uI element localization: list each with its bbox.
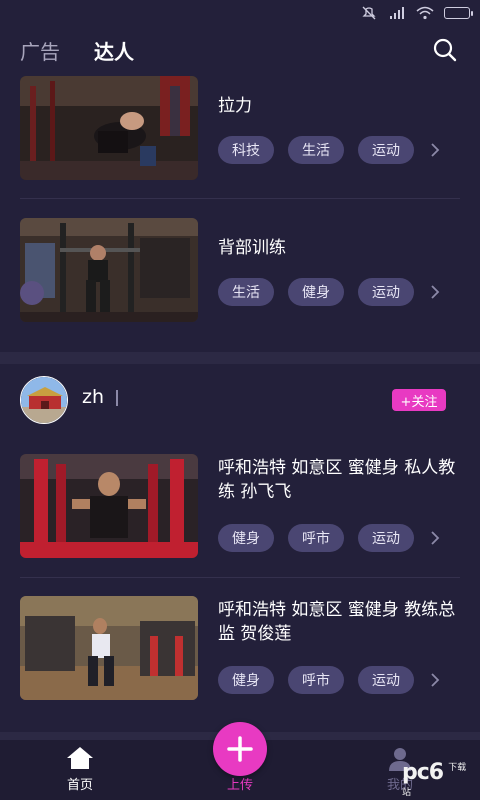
tag-chip[interactable]: 运动 [358, 136, 414, 164]
tag-chip[interactable]: 运动 [358, 278, 414, 306]
tag-chip[interactable]: 健身 [218, 524, 274, 552]
item-title: 背部训练 [218, 238, 286, 258]
tag-list: 健身 呼市 运动 [218, 666, 414, 694]
search-icon[interactable] [432, 37, 458, 63]
video-thumbnail[interactable] [20, 76, 198, 180]
chevron-right-icon[interactable] [430, 142, 440, 158]
list-item[interactable]: 背部训练 生活 健身 运动 [0, 216, 480, 338]
status-bar [0, 0, 480, 26]
mute-icon [362, 6, 376, 20]
list-item[interactable]: 呼和浩特 如意区 蜜健身 私人教练 孙飞飞 健身 呼市 运动 [0, 452, 480, 574]
list-item[interactable]: 拉力 科技 生活 运动 [0, 74, 480, 196]
tag-chip[interactable]: 呼市 [288, 666, 344, 694]
wifi-icon [416, 6, 434, 20]
chevron-right-icon[interactable] [430, 284, 440, 300]
follow-button[interactable]: +关注 [392, 389, 446, 411]
upload-button[interactable] [213, 722, 267, 776]
divider [116, 390, 118, 406]
tag-chip[interactable]: 运动 [358, 524, 414, 552]
tag-chip[interactable]: 科技 [218, 136, 274, 164]
tab-home[interactable]: 首页 [40, 740, 120, 800]
divider [20, 198, 460, 199]
tag-chip[interactable]: 健身 [218, 666, 274, 694]
chevron-right-icon[interactable] [430, 672, 440, 688]
item-title: 拉力 [218, 96, 252, 116]
chevron-right-icon[interactable] [430, 530, 440, 546]
tag-list: 科技 生活 运动 [218, 136, 414, 164]
feed-list[interactable]: 拉力 科技 生活 运动 背部训练 生活 健身 运动 zh +关注 呼和浩特 如意… [0, 74, 480, 740]
tab-label: 上传 [226, 778, 253, 793]
item-title: 呼和浩特 如意区 蜜健身 私人教练 孙飞飞 [218, 458, 456, 502]
watermark-logo: pc6 下载站 [402, 760, 467, 798]
tag-chip[interactable]: 呼市 [288, 524, 344, 552]
tab-label: 首页 [66, 778, 93, 793]
plus-icon [227, 736, 253, 762]
home-icon [67, 747, 93, 769]
section-separator [0, 352, 480, 364]
list-item[interactable]: 呼和浩特 如意区 蜜健身 教练总监 贺俊莲 健身 呼市 运动 [0, 594, 480, 716]
tag-chip[interactable]: 生活 [218, 278, 274, 306]
tag-chip[interactable]: 运动 [358, 666, 414, 694]
video-thumbnail[interactable] [20, 218, 198, 322]
tab-experts[interactable]: 达人 [94, 36, 134, 65]
avatar[interactable] [20, 376, 68, 424]
top-navigation: 广告 达人 [0, 26, 480, 74]
signal-icon [390, 7, 404, 19]
username[interactable]: zh [82, 386, 104, 408]
divider [20, 577, 460, 578]
user-header[interactable]: zh +关注 [0, 366, 480, 434]
tab-ads[interactable]: 广告 [20, 36, 60, 65]
tag-list: 健身 呼市 运动 [218, 524, 414, 552]
video-thumbnail[interactable] [20, 454, 198, 558]
battery-icon [444, 7, 473, 19]
video-thumbnail[interactable] [20, 596, 198, 700]
tag-chip[interactable]: 健身 [288, 278, 344, 306]
item-title: 呼和浩特 如意区 蜜健身 教练总监 贺俊莲 [218, 600, 456, 644]
tag-list: 生活 健身 运动 [218, 278, 414, 306]
tag-chip[interactable]: 生活 [288, 136, 344, 164]
